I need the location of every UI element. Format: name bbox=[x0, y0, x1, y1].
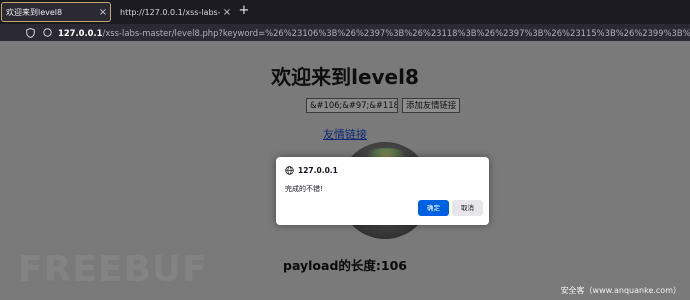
friend-link[interactable]: 友情链接 bbox=[0, 126, 690, 142]
tab-label: 欢迎来到level8 bbox=[6, 7, 63, 17]
tab-bar: 欢迎来到level8 × http://127.0.0.1/xss-labs-m… bbox=[0, 0, 690, 24]
ok-button[interactable]: 确定 bbox=[418, 200, 449, 216]
page-title: 欢迎来到level8 bbox=[271, 65, 419, 89]
new-tab-button[interactable]: + bbox=[236, 3, 252, 19]
link-form: &#106;&#97;&#118;&#97;&#115;&#99;&#114;&… bbox=[306, 98, 461, 113]
keyword-input[interactable]: &#106;&#97;&#118;&#97;&#115;&#99;&#114;&… bbox=[306, 98, 398, 113]
alert-dialog: 127.0.0.1 完成的不错! 确定 取消 bbox=[276, 157, 489, 225]
tab-label: http://127.0.0.1/xss-labs-master/ bbox=[120, 7, 220, 17]
tab-xss-labs[interactable]: http://127.0.0.1/xss-labs-master/ × bbox=[116, 2, 234, 22]
cancel-button[interactable]: 取消 bbox=[452, 200, 483, 216]
page-info-icon[interactable] bbox=[41, 28, 53, 37]
freebuf-watermark: FREEBUF bbox=[18, 249, 208, 290]
shield-icon[interactable] bbox=[24, 27, 36, 38]
close-icon[interactable]: × bbox=[220, 7, 234, 18]
url-host: 127.0.0.1 bbox=[58, 27, 103, 38]
anquanke-watermark: 安全客（www.anquanke.com） bbox=[560, 286, 681, 295]
close-icon[interactable]: × bbox=[96, 7, 110, 18]
globe-icon bbox=[285, 166, 294, 175]
address-bar[interactable]: 127.0.0.1/xss-labs-master/level8.php?key… bbox=[0, 24, 690, 41]
url-path: /xss-labs-master/level8.php?keyword=%26%… bbox=[102, 27, 690, 38]
url-text[interactable]: 127.0.0.1/xss-labs-master/level8.php?key… bbox=[58, 28, 690, 38]
dialog-message: 完成的不错! bbox=[285, 185, 323, 193]
dialog-origin-text: 127.0.0.1 bbox=[298, 166, 338, 175]
add-link-button[interactable]: 添加友情链接 bbox=[402, 98, 461, 113]
tab-level8[interactable]: 欢迎来到level8 × bbox=[1, 2, 111, 22]
dialog-origin: 127.0.0.1 bbox=[285, 166, 338, 175]
